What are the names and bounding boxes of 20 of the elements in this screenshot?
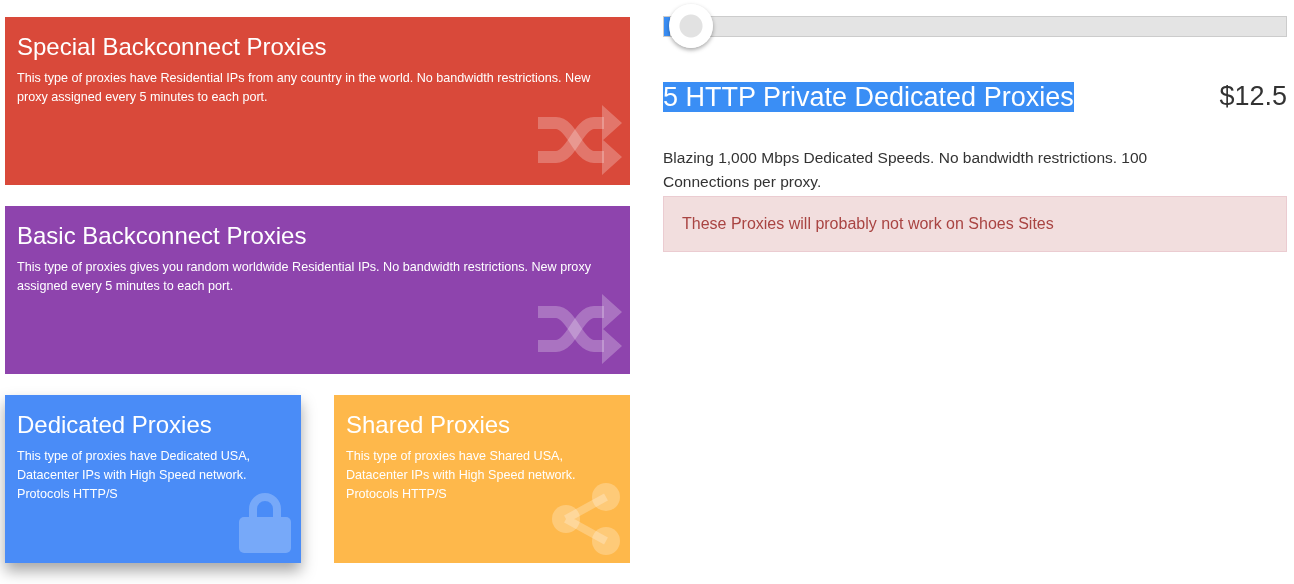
- proxy-card[interactable]: Special Backconnect Proxies This type of proxies have Residential IPs from any country in the world. No bandwidth restrictions. New proxy assigned every 5 minutes to each port.: [5, 17, 630, 185]
- proxy-card[interactable]: Basic Backconnect Proxies This type of proxies gives you random worldwide Residential IPs. No bandwidth restrictions. New proxy assigned every 5 minutes to each port.: [5, 206, 630, 374]
- proxy-card[interactable]: Dedicated Proxies This type of proxies have Dedicated USA, Datacenter IPs with High Speed network. Protocols HTTP/S: [5, 395, 301, 563]
- shuffle-icon: [538, 103, 622, 177]
- card-description: This type of proxies have Shared USA, Datacenter IPs with High Speed network. Protocols HTTP/S: [346, 448, 577, 503]
- warning-alert: These Proxies will probably not work on Shoes Sites: [663, 196, 1287, 252]
- card-description: This type of proxies gives you random worldwide Residential IPs. No bandwidth restrictions. New proxy assigned every 5 minutes to each port.: [17, 259, 592, 295]
- card-description: This type of proxies have Residential IPs from any country in the world. No bandwidth restrictions. New proxy assigned every 5 minutes to each port.: [17, 70, 592, 106]
- share-icon: [550, 483, 622, 555]
- plan-price: $12.5: [1219, 81, 1287, 112]
- card-description: This type of proxies have Dedicated USA, Datacenter IPs with High Speed network. Protocols HTTP/S: [17, 448, 252, 503]
- slider-track[interactable]: [663, 16, 1287, 37]
- plan-description: Blazing 1,000 Mbps Dedicated Speeds. No bandwidth restrictions. 100 Connections per proxy.: [663, 148, 1149, 192]
- card-title: Shared Proxies: [346, 411, 512, 439]
- card-title: Basic Backconnect Proxies: [17, 222, 308, 250]
- slider-thumb[interactable]: [669, 4, 714, 48]
- card-title: Dedicated Proxies: [17, 411, 213, 439]
- card-title: Special Backconnect Proxies: [17, 33, 328, 61]
- shuffle-icon: [538, 292, 622, 366]
- plan-title: 5 HTTP Private Dedicated Proxies: [663, 81, 1074, 112]
